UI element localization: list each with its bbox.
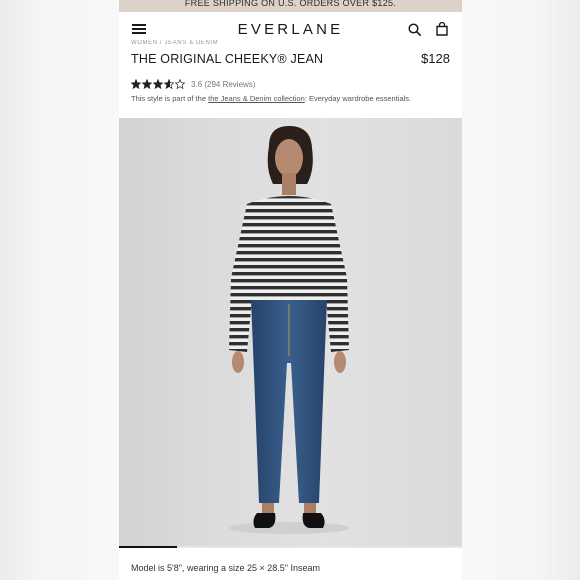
gallery-progress-fill <box>119 546 178 548</box>
model-photo <box>229 126 349 534</box>
star-icon <box>164 79 174 89</box>
star-rating[interactable] <box>131 79 185 89</box>
promo-text: FREE SHIPPING ON U.S. ORDERS OVER $125. <box>184 0 397 8</box>
gallery-progress-track <box>119 546 462 548</box>
collection-link[interactable]: the Jeans & Denim collection <box>208 94 305 103</box>
star-icon <box>131 79 141 89</box>
bag-icon[interactable] <box>436 22 448 36</box>
product-image[interactable] <box>119 118 462 548</box>
star-icon <box>153 79 163 89</box>
breadcrumb[interactable]: WOMEN / JEANS & DENIM <box>131 40 218 45</box>
star-icon <box>175 79 185 89</box>
product-price: $128 <box>421 51 450 66</box>
collection-note-prefix: This style is part of the <box>131 94 209 103</box>
phone-screen: FREE SHIPPING ON U.S. ORDERS OVER $125. … <box>119 0 462 580</box>
rating-text[interactable]: 3.6 (294 Reviews) <box>191 80 255 89</box>
search-icon[interactable] <box>408 23 421 36</box>
product-title: THE ORIGINAL CHEEKY® JEAN <box>131 52 324 66</box>
collection-note-suffix: : Everyday wardrobe essentials. <box>304 94 412 103</box>
star-icon <box>142 79 152 89</box>
promo-banner[interactable]: FREE SHIPPING ON U.S. ORDERS OVER $125. <box>119 0 462 12</box>
collection-note: This style is part of the the Jeans & De… <box>131 94 411 103</box>
model-caption: Model is 5'8", wearing a size 25 × 28.5"… <box>131 563 320 573</box>
rating-row[interactable]: 3.6 (294 Reviews) <box>131 79 255 89</box>
